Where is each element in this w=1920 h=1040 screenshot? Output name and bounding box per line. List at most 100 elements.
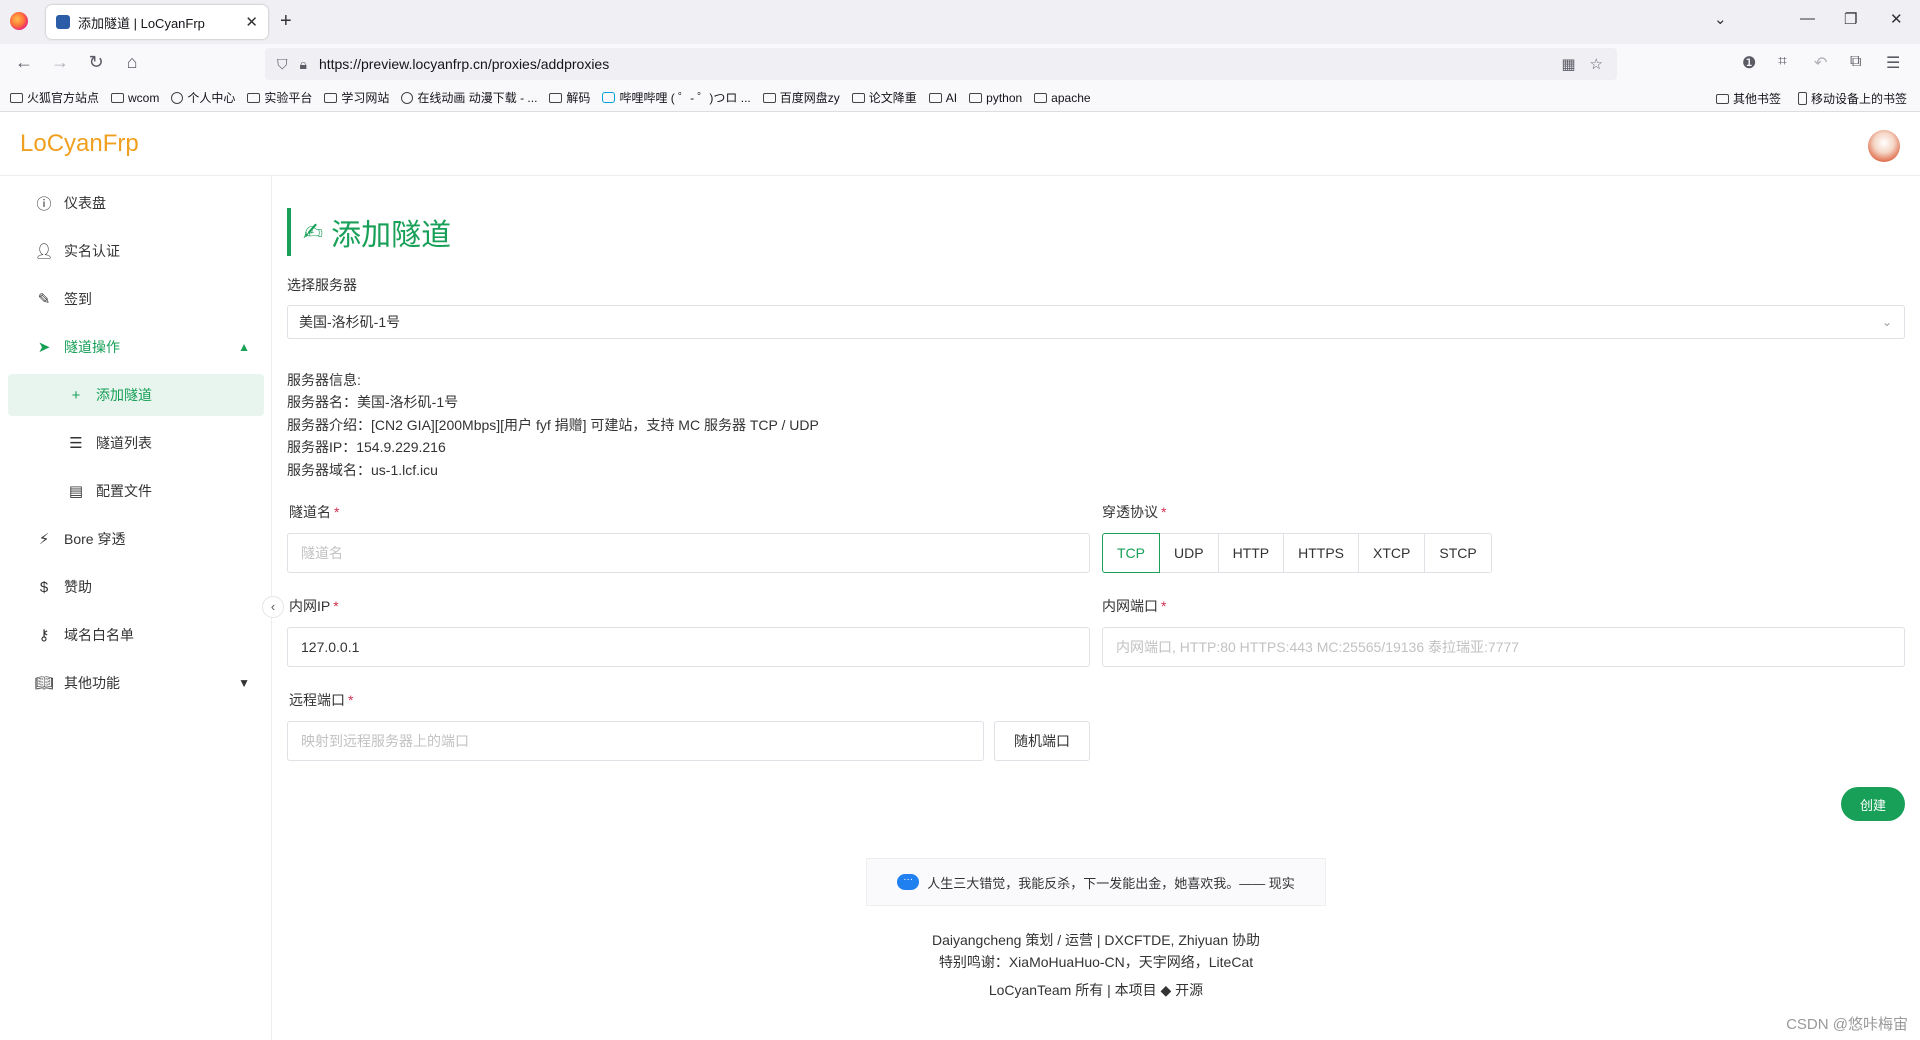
menu-icon[interactable]: ☰	[1886, 53, 1900, 73]
plus-icon: +	[71, 386, 81, 404]
bookmark-item[interactable]: 解码	[549, 89, 590, 106]
undo-icon[interactable]: ↶	[1814, 53, 1827, 73]
local-port-label: 内网端口 *	[1102, 598, 1167, 614]
mobile-bookmarks[interactable]: 移动设备上的书签	[1798, 90, 1907, 107]
key-icon: ⚷	[38, 627, 50, 644]
chevron-down-icon: ⌄	[1881, 315, 1892, 329]
protocol-xtcp-button[interactable]: XTCP	[1359, 533, 1426, 573]
footer-copyright: LoCyanTeam 所有 | 本项目 ◆ 开源	[988, 982, 1204, 998]
server-select[interactable]: 美国-洛杉矶-1号 ⌄	[287, 305, 1905, 339]
bookmark-star-icon[interactable]: ☆	[1590, 55, 1603, 73]
chevron-down-icon: ▼	[238, 676, 250, 690]
app-header: LoCyanFrp	[0, 112, 1920, 176]
firefox-icon[interactable]	[10, 12, 28, 30]
protocol-label: 穿透协议 *	[1102, 504, 1167, 520]
home-icon[interactable]: ⌂	[120, 52, 144, 73]
protocol-group: TCP UDP HTTP HTTPS XTCP STCP	[1102, 533, 1492, 573]
new-tab-icon[interactable]: +	[280, 10, 292, 33]
open-source-link[interactable]: 开源	[1175, 982, 1203, 998]
bookmark-item[interactable]: 个人中心	[171, 89, 235, 106]
folder-icon	[1716, 93, 1729, 104]
sidebar-item-verification[interactable]: 👤︎ 实名认证	[8, 230, 264, 272]
sidebar-item-config[interactable]: ▤ 配置文件	[8, 470, 264, 512]
writing-hand-icon: ✍	[303, 218, 324, 246]
book-icon: 📖︎	[34, 675, 54, 692]
minimize-icon[interactable]: —	[1800, 10, 1815, 27]
avatar[interactable]	[1868, 130, 1900, 162]
protocol-udp-button[interactable]: UDP	[1160, 533, 1219, 573]
bookmark-item[interactable]: python	[969, 91, 1022, 105]
protocol-stcp-button[interactable]: STCP	[1425, 533, 1492, 573]
restore-icon[interactable]: ❐	[1844, 10, 1857, 28]
protocol-http-button[interactable]: HTTP	[1218, 533, 1285, 573]
bolt-icon: ⚡︎	[38, 531, 50, 548]
other-bookmarks[interactable]: 其他书签	[1716, 90, 1781, 107]
bookmark-item[interactable]: 论文降重	[851, 89, 917, 106]
tab-title: 添加隧道 | LoCyanFrp	[78, 15, 205, 31]
sidebar-item-signin[interactable]: ✎ 签到	[8, 278, 264, 320]
random-port-button[interactable]: 随机端口	[994, 721, 1090, 761]
extensions-icon[interactable]: ⧉	[1850, 53, 1861, 71]
bookmark-item[interactable]: 学习网站	[324, 89, 389, 106]
remote-port-input[interactable]: 映射到远程服务器上的端口	[287, 721, 984, 761]
extension-badge-icon[interactable]: ❶	[1742, 53, 1756, 73]
bookmark-item[interactable]: 在线动画 动漫下载 - ...	[401, 89, 537, 106]
chevron-up-icon: ▲	[238, 340, 250, 354]
bookmark-item[interactable]: 火狐官方站点	[10, 89, 99, 106]
close-window-icon[interactable]: ✕	[1890, 10, 1903, 28]
url-bar[interactable]: ⛉ 🔒︎ https://preview.locyanfrp.cn/proxie…	[265, 48, 1617, 80]
folder-icon	[10, 92, 23, 103]
forward-icon[interactable]: →	[48, 52, 72, 73]
quote-box: ··· 人生三大错觉，我能反杀，下一发能出金，她喜欢我。—— 现实	[866, 858, 1326, 906]
globe-icon	[171, 91, 184, 104]
footer-thanks: 特别鸣谢：XiaMoHuaHuo-CN，天宇网络，LiteCat	[938, 954, 1254, 970]
tab-list-chevron-icon[interactable]: ⌄	[1714, 10, 1727, 28]
phone-icon	[1798, 92, 1807, 105]
bookmark-item[interactable]: 哔哩哔哩 ( ゜- ゜)つロ ...	[602, 89, 751, 106]
bookmark-item[interactable]: apache	[1034, 91, 1091, 105]
reload-icon[interactable]: ↻	[84, 52, 108, 73]
quote-text: 人生三大错觉，我能反杀，下一发能出金，她喜欢我。—— 现实	[927, 875, 1295, 891]
bookmark-item[interactable]: 实验平台	[247, 89, 312, 106]
git-icon: ◆	[1160, 982, 1172, 998]
tunnel-name-input[interactable]: 隧道名	[287, 533, 1090, 573]
sidebar-item-other[interactable]: 📖︎ 其他功能 ▼	[8, 662, 264, 704]
qr-code-icon[interactable]: ▦	[1561, 55, 1575, 73]
sidebar-item-domain-whitelist[interactable]: ⚷ 域名白名单	[8, 614, 264, 656]
info-icon: ⓘ	[36, 195, 52, 213]
file-icon: ▤	[68, 483, 84, 500]
bookmark-item[interactable]: 百度网盘zy	[762, 89, 840, 106]
bookmark-item[interactable]: wcom	[111, 91, 159, 105]
page-title: ✍ 添加隧道	[287, 208, 451, 256]
server-info-desc: 服务器介绍：[CN2 GIA][200Mbps][用户 fyf 捐赠] 可建站，…	[287, 416, 819, 433]
crop-icon[interactable]: ⌗	[1778, 53, 1787, 71]
app-logo[interactable]: LoCyanFrp	[20, 130, 139, 158]
footer-credits: Daiyangcheng 策划 / 运营 | DXCFTDE, Zhiyuan …	[931, 932, 1261, 948]
lock-icon[interactable]: 🔒︎	[300, 56, 307, 73]
sidebar-item-tunnel-ops[interactable]: ➤ 隧道操作 ▲	[8, 326, 264, 368]
sidebar-item-tunnel-list[interactable]: ☰ 隧道列表	[8, 422, 264, 464]
local-port-input[interactable]: 内网端口, HTTP:80 HTTPS:443 MC:25565/19136 泰…	[1102, 627, 1905, 667]
tab-close-icon[interactable]: ✕	[245, 13, 258, 31]
required-mark: *	[334, 504, 340, 520]
url-text[interactable]: https://preview.locyanfrp.cn/proxies/add…	[319, 56, 1561, 72]
folder-icon	[247, 92, 261, 103]
sidebar-item-add-tunnel[interactable]: + 添加隧道	[8, 374, 264, 416]
sidebar-item-dashboard[interactable]: ⓘ 仪表盘	[8, 182, 264, 224]
create-button[interactable]: 创建	[1841, 787, 1905, 821]
bookmark-item[interactable]: AI	[928, 91, 957, 105]
folder-icon	[969, 92, 983, 103]
protocol-tcp-button[interactable]: TCP	[1102, 533, 1160, 573]
shield-icon[interactable]: ⛉	[277, 56, 288, 73]
local-ip-input[interactable]: 127.0.0.1	[287, 627, 1090, 667]
sidebar-item-sponsor[interactable]: $ 赞助	[8, 566, 264, 608]
sidebar-item-bore[interactable]: ⚡︎ Bore 穿透	[8, 518, 264, 560]
folder-icon	[1034, 92, 1048, 103]
protocol-https-button[interactable]: HTTPS	[1284, 533, 1360, 573]
required-mark: *	[1161, 504, 1167, 520]
local-ip-label: 内网IP *	[289, 598, 339, 614]
sidebar: ⓘ 仪表盘 👤︎ 实名认证 ✎ 签到 ➤ 隧道操作 ▲ + 添加隧道 ☰ 隧道列表 ▤ 配置文…	[0, 176, 272, 1040]
back-icon[interactable]: ←	[12, 52, 36, 73]
server-select-value: 美国-洛杉矶-1号	[299, 314, 401, 330]
browser-tab[interactable]: 添加隧道 | LoCyanFrp ✕	[46, 5, 268, 39]
